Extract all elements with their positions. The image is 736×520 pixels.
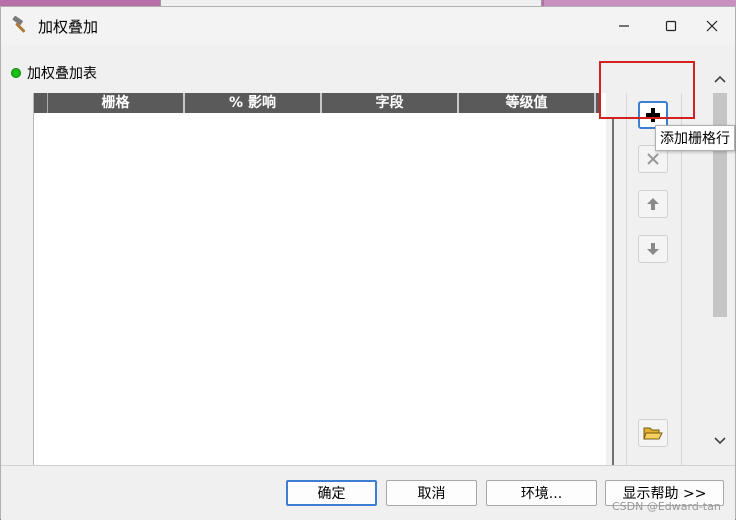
- window-title: 加权叠加: [38, 18, 99, 36]
- column-header-field[interactable]: 字段: [322, 93, 459, 113]
- scroll-down-button[interactable]: [708, 431, 732, 451]
- weighted-overlay-table[interactable]: 栅格 % 影响 字段 等级值: [33, 93, 614, 465]
- scroll-up-button[interactable]: [708, 69, 732, 89]
- minimize-button[interactable]: [601, 7, 647, 45]
- section-header: 加权叠加表: [11, 63, 97, 83]
- minimize-icon: [619, 25, 629, 27]
- table-header: 栅格 % 影响 字段 等级值: [34, 93, 599, 113]
- hammer-icon: [12, 15, 26, 33]
- dialog-window: 加权叠加 加权叠加表 栅格 % 影响 字段 等级值 确定 取消 环境... 显示…: [0, 6, 736, 520]
- status-dot-icon: [11, 68, 21, 78]
- column-header-influence[interactable]: % 影响: [185, 93, 322, 113]
- close-button[interactable]: [689, 7, 735, 45]
- plus-icon: [646, 108, 660, 122]
- environments-button[interactable]: 环境...: [486, 480, 597, 506]
- ok-button[interactable]: 确定: [286, 480, 377, 506]
- watermark-text: CSDN @Edward-tan: [612, 500, 721, 513]
- add-row-tooltip: 添加栅格行: [655, 125, 735, 151]
- table-splitter[interactable]: [612, 119, 614, 465]
- row-selector-header: [34, 93, 48, 113]
- title-bar: 加权叠加: [1, 7, 735, 45]
- move-down-button[interactable]: [638, 235, 668, 263]
- column-header-raster[interactable]: 栅格: [48, 93, 185, 113]
- arrow-up-icon: [647, 198, 659, 210]
- section-title: 加权叠加表: [27, 66, 97, 82]
- chevron-down-icon: [714, 437, 726, 445]
- maximize-icon: [665, 20, 677, 32]
- open-file-button[interactable]: [638, 419, 668, 447]
- cancel-button[interactable]: 取消: [386, 480, 477, 506]
- close-icon: [706, 20, 718, 32]
- column-header-scale-value[interactable]: 等级值: [459, 93, 596, 113]
- chevron-up-icon: [714, 75, 726, 83]
- arrow-down-icon: [647, 243, 659, 255]
- move-up-button[interactable]: [638, 190, 668, 218]
- maximize-button[interactable]: [648, 7, 694, 45]
- delete-x-icon: [647, 153, 659, 165]
- folder-open-icon: [643, 427, 663, 440]
